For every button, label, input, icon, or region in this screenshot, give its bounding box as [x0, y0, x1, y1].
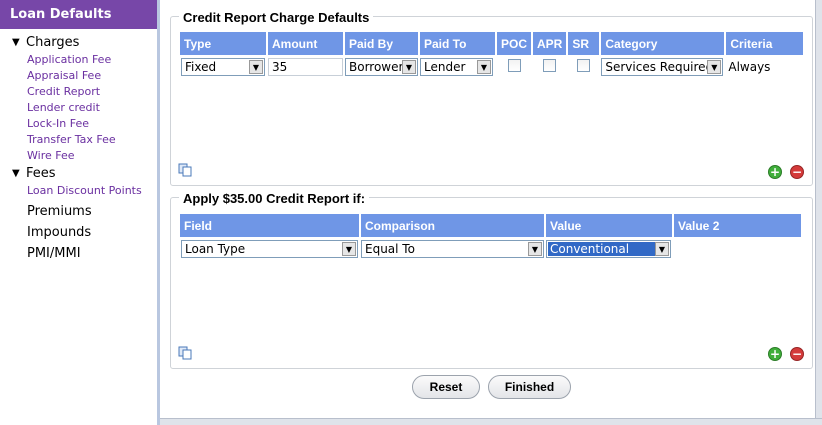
add-condition-button[interactable]: + — [768, 347, 782, 361]
chevron-down-icon[interactable]: ▼ — [249, 60, 263, 74]
apr-checkbox[interactable] — [543, 59, 557, 72]
paid-by-value: Borrower — [349, 60, 404, 74]
remove-condition-button[interactable]: − — [790, 347, 804, 361]
column-header-category: Category — [600, 32, 727, 55]
expand-triangle-icon[interactable]: ▼ — [12, 168, 26, 179]
finished-button[interactable]: Finished — [488, 375, 571, 399]
charge-defaults-panel: Credit Report Charge Defaults Type Amoun… — [170, 10, 813, 186]
panel-title: Apply $35.00 Credit Report if: — [179, 191, 370, 206]
sidebar-item-credit-report[interactable]: Credit Report — [0, 84, 157, 100]
column-header-value: Value — [545, 214, 674, 237]
comparison-select[interactable]: Equal To ▼ — [361, 240, 544, 258]
sidebar-item-appraisal-fee[interactable]: Appraisal Fee — [0, 68, 157, 84]
sidebar-group-fees[interactable]: ▼ Fees — [0, 164, 157, 183]
table-header-row: Field Comparison Value Value 2 — [180, 214, 801, 237]
column-header-field: Field — [180, 214, 361, 237]
category-value: Services Required — [605, 60, 714, 74]
remove-row-button[interactable]: − — [790, 165, 804, 179]
paid-by-select[interactable]: Borrower ▼ — [345, 58, 418, 76]
column-header-type: Type — [180, 32, 268, 55]
condition-table: Field Comparison Value Value 2 Loan Type… — [180, 214, 801, 261]
chevron-down-icon[interactable]: ▼ — [655, 242, 669, 256]
expand-triangle-icon[interactable]: ▼ — [12, 37, 26, 48]
copy-icon[interactable] — [178, 346, 192, 360]
reset-button[interactable]: Reset — [412, 375, 480, 399]
sidebar-item-transfer-tax-fee[interactable]: Transfer Tax Fee — [0, 132, 157, 148]
copy-icon[interactable] — [178, 163, 192, 177]
paid-to-select[interactable]: Lender ▼ — [420, 58, 493, 76]
sidebar-group-label: Fees — [26, 166, 56, 181]
table-row: Fixed ▼ 35 Borrower ▼ Lender ▼ Services Req… — [180, 55, 803, 79]
value-2-cell — [673, 237, 801, 261]
table-row: Loan Type ▼ Equal To ▼ Conventional ▼ — [180, 237, 801, 261]
value-select[interactable]: Conventional ▼ — [546, 240, 671, 258]
panel-title: Credit Report Charge Defaults — [179, 10, 374, 25]
chevron-down-icon[interactable]: ▼ — [402, 60, 416, 74]
column-header-apr: APR — [532, 32, 569, 55]
column-header-paid-by: Paid By — [344, 32, 420, 55]
sidebar-item-pmi-mmi[interactable]: PMI/MMI — [0, 243, 157, 264]
table-header-row: Type Amount Paid By Paid To POC APR SR C… — [180, 32, 804, 55]
category-select[interactable]: Services Required ▼ — [601, 58, 724, 76]
chevron-down-icon[interactable]: ▼ — [477, 60, 491, 74]
poc-checkbox[interactable] — [507, 59, 521, 72]
window-bottom-border — [160, 418, 822, 425]
condition-panel: Apply $35.00 Credit Report if: Field Com… — [170, 191, 813, 369]
column-header-paid-to: Paid To — [419, 32, 497, 55]
sidebar-group-label: Charges — [26, 35, 80, 50]
sr-checkbox[interactable] — [577, 59, 591, 72]
sidebar-item-application-fee[interactable]: Application Fee — [0, 52, 157, 68]
paid-to-value: Lender — [424, 60, 466, 74]
sidebar-item-loan-discount-points[interactable]: Loan Discount Points — [0, 183, 157, 199]
column-header-comparison: Comparison — [360, 214, 546, 237]
column-header-criteria: Criteria — [725, 32, 804, 55]
column-header-poc: POC — [496, 32, 534, 55]
field-value: Loan Type — [185, 242, 246, 256]
chevron-down-icon[interactable]: ▼ — [707, 60, 722, 74]
column-header-amount: Amount — [267, 32, 345, 55]
sidebar: Loan Defaults ▼ Charges Application Fee … — [0, 0, 160, 425]
sidebar-item-premiums[interactable]: Premiums — [0, 201, 157, 222]
chevron-down-icon[interactable]: ▼ — [528, 242, 542, 256]
field-select[interactable]: Loan Type ▼ — [181, 240, 358, 258]
sidebar-item-impounds[interactable]: Impounds — [0, 222, 157, 243]
sidebar-item-lender-credit[interactable]: Lender credit — [0, 100, 157, 116]
add-row-button[interactable]: + — [768, 165, 782, 179]
charge-table: Type Amount Paid By Paid To POC APR SR C… — [180, 32, 804, 79]
type-select[interactable]: Fixed ▼ — [181, 58, 265, 76]
type-value: Fixed — [185, 60, 217, 74]
sidebar-item-lock-in-fee[interactable]: Lock-In Fee — [0, 116, 157, 132]
sidebar-group-charges[interactable]: ▼ Charges — [0, 33, 157, 52]
chevron-down-icon[interactable]: ▼ — [342, 242, 356, 256]
sidebar-title: Loan Defaults — [0, 0, 157, 29]
comparison-value: Equal To — [365, 242, 415, 256]
amount-input[interactable]: 35 — [268, 58, 343, 76]
column-header-sr: SR — [567, 32, 602, 55]
sidebar-item-wire-fee[interactable]: Wire Fee — [0, 148, 157, 164]
value-value: Conventional — [548, 242, 656, 256]
window-right-border — [815, 0, 822, 425]
column-header-value-2: Value 2 — [673, 214, 801, 237]
criteria-value: Always — [728, 60, 771, 74]
